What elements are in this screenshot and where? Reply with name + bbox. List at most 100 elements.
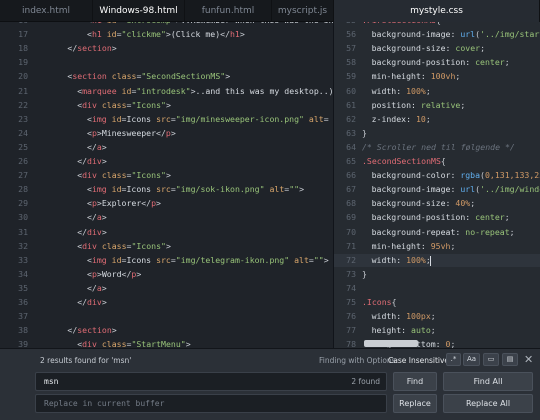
replace-input[interactable]: Replace in current buffer <box>35 394 387 413</box>
selection-only-toggle-button[interactable]: ▭ <box>483 353 499 366</box>
code-line[interactable]: 25 </a> <box>0 141 333 155</box>
code-line[interactable]: 64 /* Scroller ned til følgende */ <box>334 141 540 155</box>
css-editor-pane[interactable]: 55 .FirstSectionMS{56 background-image: ur… <box>334 22 540 348</box>
find-button[interactable]: Find <box>393 372 437 391</box>
code-line[interactable]: 22 <div class="Icons"> <box>0 99 333 113</box>
code-line[interactable]: 73} <box>334 268 540 282</box>
line-number: 60 <box>346 85 356 96</box>
code-line[interactable]: 30 </a> <box>0 211 333 225</box>
code-line[interactable]: 16 <h1 id="introcomp">..Remember when thi… <box>0 22 333 28</box>
line-number: 66 <box>346 170 356 181</box>
code-text: background-size: 40%; <box>371 198 476 209</box>
search-input[interactable]: msn 2 found <box>35 372 387 391</box>
code-line[interactable]: 21 <marquee id="introdesk">..and this was… <box>0 85 333 99</box>
line-number: 18 <box>18 43 28 54</box>
line-number: 23 <box>18 113 28 124</box>
code-line[interactable]: 24 <p>Minesweeper</p> <box>0 127 333 141</box>
line-number: 16 <box>0 22 28 28</box>
code-text: min-height: 100vh; <box>371 71 461 82</box>
line-number: 32 <box>18 240 28 251</box>
code-line[interactable]: 57 background-size: cover; <box>334 42 540 56</box>
code-text: } <box>362 268 367 279</box>
tab-index-html[interactable]: index.html <box>0 0 93 22</box>
code-line[interactable]: 62 z-index: 10; <box>334 113 540 127</box>
code-line[interactable]: 29 <p>Explorer</p> <box>0 197 333 211</box>
code-line[interactable]: 74 <box>334 282 540 296</box>
code-line[interactable]: 39 <div class="StartMenu"> <box>0 338 333 348</box>
find-all-button[interactable]: Find All <box>443 372 533 391</box>
code-line[interactable]: 27 <div class="Icons"> <box>0 169 333 183</box>
code-line[interactable]: 28 <img id=Icons src="img/sok-ikon.png" a… <box>0 183 333 197</box>
tab-windows-98-html[interactable]: Windows-98.html <box>93 0 185 22</box>
code-text: <div class="Icons"> <box>77 170 171 181</box>
code-text: <p>Explorer</p> <box>87 198 161 209</box>
line-number: 35 <box>18 282 28 293</box>
code-line[interactable]: 70 background-repeat: no-repeat; <box>334 226 540 240</box>
code-text: .FirstSectionMS{ <box>362 22 441 28</box>
horizontal-scrollbar[interactable] <box>364 340 418 347</box>
line-number: 38 <box>18 325 28 336</box>
code-line[interactable]: 65 .SecondSectionMS{ <box>334 155 540 169</box>
code-line[interactable]: 37 <box>0 310 333 324</box>
line-number: 34 <box>18 268 28 279</box>
line-number: 25 <box>18 141 28 152</box>
line-number: 58 <box>346 57 356 68</box>
code-line[interactable]: 36 </div> <box>0 296 333 310</box>
code-line[interactable]: 60 width: 100%; <box>334 85 540 99</box>
replace-button[interactable]: Replace <box>393 394 437 413</box>
code-line[interactable]: 32 <div class="Icons"> <box>0 240 333 254</box>
code-line[interactable]: 18 </section> <box>0 42 333 56</box>
code-line[interactable]: 69 background-position: center; <box>334 211 540 225</box>
line-number: 22 <box>18 99 28 110</box>
code-line[interactable]: 23 <img id=Icons src="img/minesweeper-ico… <box>0 113 333 127</box>
line-number: 24 <box>18 127 28 138</box>
code-text: <div class="StartMenu"> <box>77 339 191 348</box>
code-text: width: 100%; <box>371 254 431 265</box>
find-options-label: Finding with Options: <box>319 356 399 365</box>
tab-funfun-html[interactable]: funfun.html <box>185 0 272 22</box>
whole-word-toggle-button[interactable]: ▤ <box>502 353 518 366</box>
code-line[interactable]: 76 width: 100px; <box>334 310 540 324</box>
result-count: 2 found <box>351 377 380 386</box>
tab-myscript-js[interactable]: myscript.js <box>272 0 334 22</box>
line-number: 20 <box>18 71 28 82</box>
code-text: z-index: 10; <box>371 113 431 124</box>
html-editor-pane[interactable]: 16 <h1 id="introcomp">..Remember when thi… <box>0 22 333 348</box>
code-line[interactable]: 75 .Icons{ <box>334 296 540 310</box>
code-line[interactable]: 55 .FirstSectionMS{ <box>334 22 540 28</box>
regex-toggle-button[interactable]: .* <box>446 353 461 366</box>
code-line[interactable]: 33 <img id=Icons src="img/telegram-ikon.p… <box>0 254 333 268</box>
code-line[interactable]: 17 <h1 id="clickme">(Click me)</h1> <box>0 28 333 42</box>
line-number: 55 <box>334 22 356 28</box>
code-line[interactable]: 19 <box>0 56 333 70</box>
code-line[interactable]: 59 min-height: 100vh; <box>334 70 540 84</box>
line-number: 76 <box>346 311 356 322</box>
code-line[interactable]: 56 background-image: url('../img/start1 <box>334 28 540 42</box>
code-line[interactable]: 34 <p>Word</p> <box>0 268 333 282</box>
code-line[interactable]: 35 </a> <box>0 282 333 296</box>
code-text: </div> <box>77 226 107 237</box>
tab-mystyle-css[interactable]: mystyle.css <box>334 0 540 22</box>
code-line[interactable]: 38 </section> <box>0 324 333 338</box>
code-line[interactable]: 71 min-height: 95vh; <box>334 240 540 254</box>
code-line[interactable]: 68 background-size: 40%; <box>334 197 540 211</box>
code-line[interactable]: 67 background-image: url('../img/window <box>334 183 540 197</box>
case-sensitive-toggle-button[interactable]: Aa <box>463 353 480 366</box>
code-text: .SecondSectionMS{ <box>362 156 446 166</box>
code-line[interactable]: 31 </div> <box>0 226 333 240</box>
code-text: <img id=Icons src="img/minesweeper-icon.… <box>87 113 329 124</box>
line-number: 70 <box>346 226 356 237</box>
code-line[interactable]: 66 background-color: rgba(0,131,133,255 <box>334 169 540 183</box>
replace-all-button[interactable]: Replace All <box>443 394 533 413</box>
close-icon[interactable]: ✕ <box>524 353 533 366</box>
code-line[interactable]: 63} <box>334 127 540 141</box>
code-line[interactable]: 72 width: 100%; <box>334 253 540 268</box>
code-line[interactable]: 26 </div> <box>0 155 333 169</box>
code-line[interactable]: 61 position: relative; <box>334 99 540 113</box>
code-line[interactable]: 20 <section class="SecondSectionMS"> <box>0 70 333 84</box>
code-text: width: 100px; <box>371 311 436 322</box>
find-header: 2 results found for 'msn' Finding with O… <box>0 349 540 371</box>
line-number: 33 <box>18 254 28 265</box>
code-line[interactable]: 58 background-position: center; <box>334 56 540 70</box>
code-line[interactable]: 77 height: auto; <box>334 324 540 338</box>
